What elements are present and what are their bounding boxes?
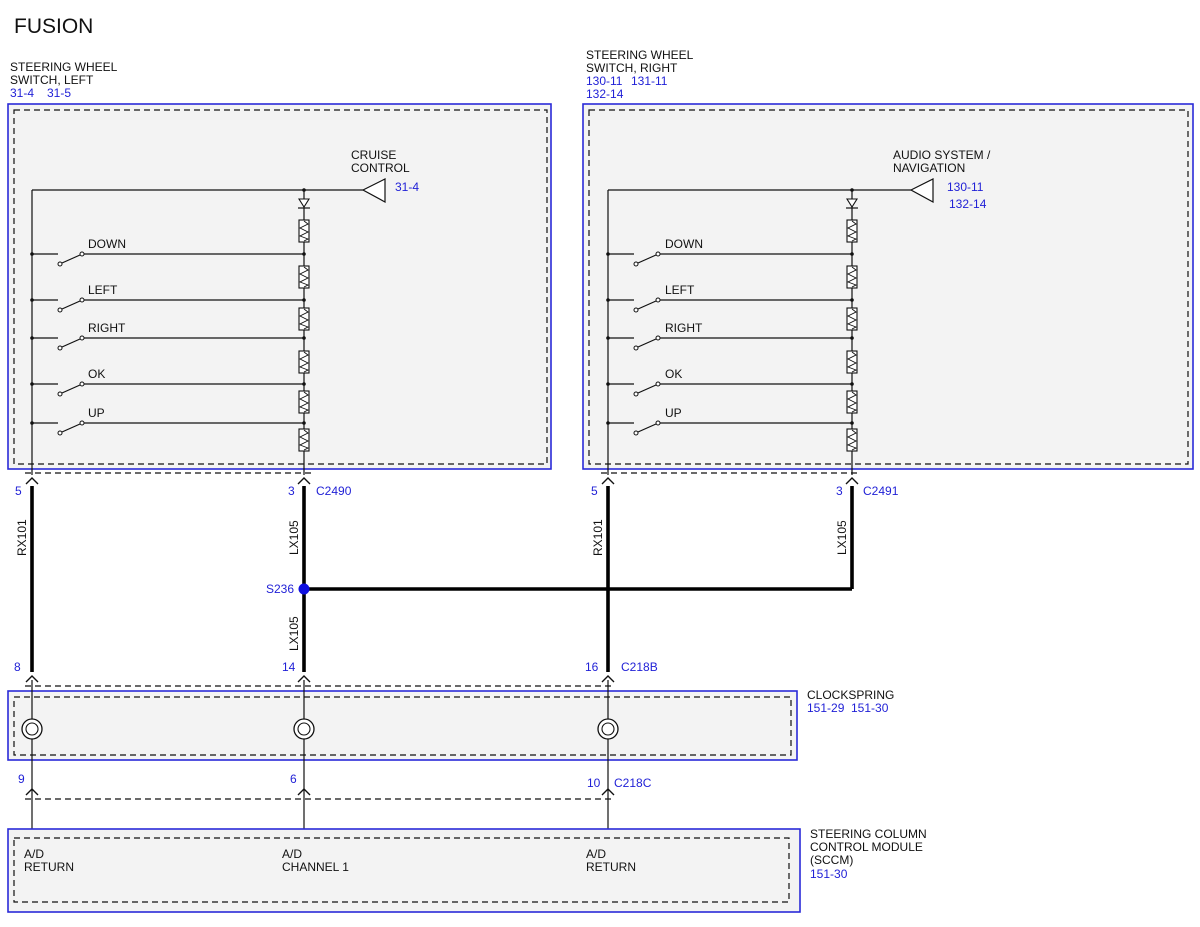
sccm-name-line1: STEERING COLUMN — [810, 827, 927, 841]
circuit-label-rx101-right: RX101 — [591, 519, 605, 556]
circuit-label-lx105-lower: LX105 — [287, 616, 301, 651]
left-output-ref[interactable]: 31-4 — [395, 180, 419, 194]
left-button-label-ok: OK — [88, 367, 105, 381]
right-output-ref-1[interactable]: 130-11 — [947, 180, 984, 194]
sccm-module: A/D RETURN A/D CHANNEL 1 A/D RETURN STEE… — [7, 827, 927, 913]
sccm-input-3-line2: RETURN — [586, 860, 636, 874]
right-button-label-ok: OK — [665, 367, 682, 381]
circuit-label-lx105-upper: LX105 — [287, 520, 301, 555]
right-output-ref-2[interactable]: 132-14 — [949, 197, 987, 211]
left-switch-module: STEERING WHEEL SWITCH, LEFT 31-4 31-5 CR… — [7, 60, 552, 475]
c2490-pin-signal[interactable]: 3 — [288, 484, 295, 498]
c218c-pin-2[interactable]: 6 — [290, 772, 297, 786]
right-output-label-line2: NAVIGATION — [893, 161, 965, 175]
left-button-label-right: RIGHT — [88, 321, 126, 335]
right-switch-name-line1: STEERING WHEEL — [586, 48, 694, 62]
left-output-label-line2: CONTROL — [351, 161, 410, 175]
left-button-label-up: UP — [88, 406, 105, 420]
splice-s236-dot[interactable] — [298, 583, 310, 595]
c218c-pin-1[interactable]: 9 — [18, 772, 25, 786]
circuit-label-rx101-left: RX101 — [15, 519, 29, 556]
circuit-label-lx105-right: LX105 — [835, 520, 849, 555]
c2491-connector-label[interactable]: C2491 — [863, 484, 899, 498]
right-switch-name-line2: SWITCH, RIGHT — [586, 61, 678, 75]
right-button-label-up: UP — [665, 406, 682, 420]
left-switch-ref-1[interactable]: 31-4 — [10, 86, 34, 100]
c2491-pin-return[interactable]: 5 — [591, 484, 598, 498]
left-switch-name-line2: SWITCH, LEFT — [10, 73, 94, 87]
left-switch-ref-2[interactable]: 31-5 — [47, 86, 71, 100]
c218b-connector-label[interactable]: C218B — [621, 660, 658, 674]
right-switch-ref-3[interactable]: 132-14 — [586, 87, 624, 101]
sccm-input-2-line2: CHANNEL 1 — [282, 860, 349, 874]
clockspring-outline — [7, 690, 798, 761]
clockspring-ref-1[interactable]: 151-29 — [807, 701, 845, 715]
clockspring-module: CLOCKSPRING 151-29 151-30 — [7, 680, 894, 840]
connector-c218c: 9 6 10 C218C — [18, 772, 652, 800]
c2491-pin-signal[interactable]: 3 — [836, 484, 843, 498]
clockspring-name: CLOCKSPRING — [807, 688, 894, 702]
c218c-pin-3[interactable]: 10 — [587, 776, 601, 790]
c218b-pin-2[interactable]: 14 — [282, 660, 296, 674]
harness-wires: RX101 LX105 LX105 RX101 LX105 S236 — [15, 486, 854, 672]
c218c-connector-label[interactable]: C218C — [614, 776, 652, 790]
sccm-input-1-line2: RETURN — [24, 860, 74, 874]
right-switch-module: STEERING WHEEL SWITCH, RIGHT 130-11 131-… — [582, 48, 1194, 475]
clockspring-coil-icon-1 — [21, 718, 43, 740]
sccm-name-line3: (SCCM) — [810, 853, 853, 867]
left-button-label-down: DOWN — [88, 237, 126, 251]
left-output-label-line1: CRUISE — [351, 148, 396, 162]
sccm-input-3-line1: A/D — [586, 847, 606, 861]
page-title: FUSION — [14, 15, 93, 38]
sccm-outline — [7, 828, 801, 913]
right-button-label-right: RIGHT — [665, 321, 703, 335]
right-switch-ref-1[interactable]: 130-11 — [586, 74, 623, 88]
clockspring-coil-icon-3 — [597, 718, 619, 740]
right-button-label-down: DOWN — [665, 237, 703, 251]
c2490-connector-label[interactable]: C2490 — [316, 484, 352, 498]
sccm-input-1-line1: A/D — [24, 847, 44, 861]
sccm-input-2-line1: A/D — [282, 847, 302, 861]
connector-c2490: 5 3 C2490 — [15, 472, 352, 498]
right-button-label-left: LEFT — [665, 283, 695, 297]
sccm-name-line2: CONTROL MODULE — [810, 840, 923, 854]
c2490-pin-return[interactable]: 5 — [15, 484, 22, 498]
left-switch-name-line1: STEERING WHEEL — [10, 60, 118, 74]
wiring-diagram: FUSION STEERING WHEEL SWITCH, LEFT 31-4 … — [7, 15, 1194, 913]
right-output-label-line1: AUDIO SYSTEM / — [893, 148, 991, 162]
splice-s236-label[interactable]: S236 — [266, 582, 294, 596]
connector-c218b: 8 14 16 C218B — [14, 660, 658, 687]
c218b-pin-1[interactable]: 8 — [14, 660, 21, 674]
right-switch-ref-2[interactable]: 131-11 — [631, 74, 668, 88]
left-button-label-left: LEFT — [88, 283, 118, 297]
clockspring-coil-icon-2 — [293, 718, 315, 740]
clockspring-ref-2[interactable]: 151-30 — [851, 701, 889, 715]
c218b-pin-3[interactable]: 16 — [585, 660, 599, 674]
sccm-ref[interactable]: 151-30 — [810, 867, 848, 881]
